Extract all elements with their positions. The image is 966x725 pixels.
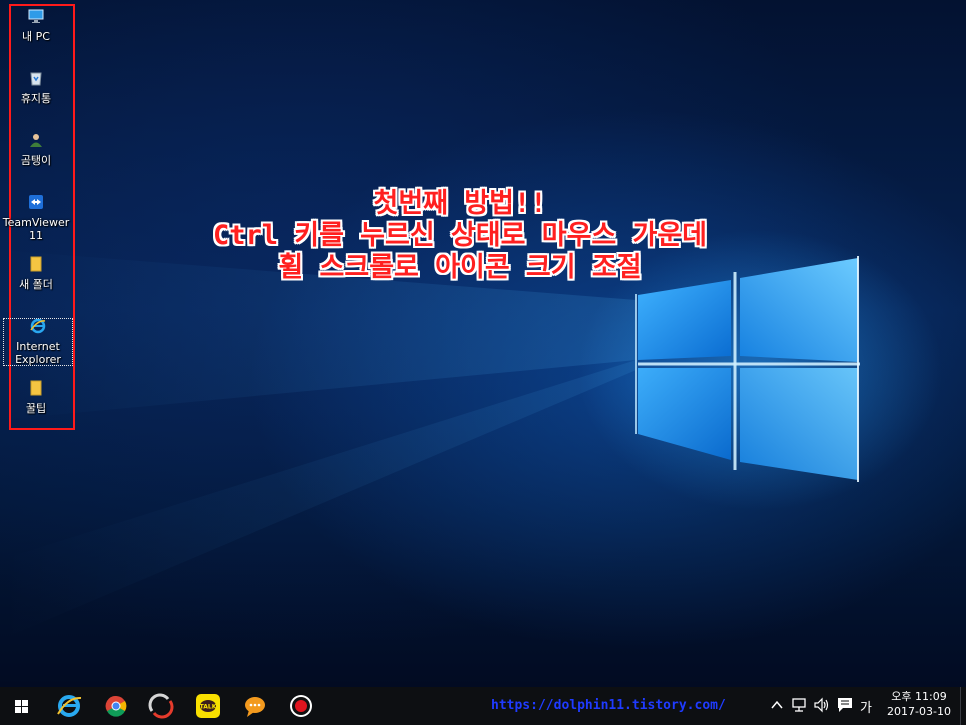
folder-icon (30, 256, 42, 272)
volume-tray-button[interactable] (813, 696, 831, 717)
show-hidden-icons-button[interactable] (770, 696, 784, 717)
speech-bubble-icon (245, 697, 265, 717)
desktop-icon-this-pc[interactable]: 내 PC (0, 8, 72, 43)
annotation-title: 첫번째 방법!! (373, 188, 547, 219)
kakaotalk-icon: TALK (196, 694, 220, 718)
network-tray-button[interactable] (791, 696, 809, 717)
desktop-icon-recycle-bin[interactable]: 휴지통 (0, 70, 72, 105)
taskbar-chrome[interactable] (101, 691, 131, 721)
taskbar-swirl-app[interactable] (146, 691, 176, 721)
start-button[interactable] (6, 691, 36, 721)
desktop-icon-label: TeamViewer 11 (2, 216, 70, 242)
taskbar-internet-explorer[interactable] (54, 691, 84, 721)
this-pc-icon (28, 9, 44, 23)
internet-explorer-icon (57, 695, 82, 717)
folder-icon (30, 380, 42, 396)
desktop-icon-tips-folder[interactable]: 꿀팁 (0, 380, 72, 415)
taskbar-kakaotalk[interactable]: TALK (193, 691, 223, 721)
user-folder-icon (30, 134, 42, 147)
speaker-icon (814, 697, 829, 713)
desktop-icon-internet-explorer[interactable]: Internet Explorer (3, 318, 73, 366)
desktop-icon-teamviewer[interactable]: TeamViewer 11 (0, 194, 72, 242)
notification-icon (838, 698, 852, 712)
record-icon (290, 695, 312, 717)
show-desktop-button[interactable] (960, 687, 966, 725)
teamviewer-icon (29, 195, 43, 209)
desktop-icon-label: Internet Explorer (15, 340, 61, 366)
taskbar-recorder[interactable] (286, 691, 316, 721)
network-icon (792, 698, 806, 712)
windows-logo-icon (15, 700, 28, 713)
recycle-bin-icon (30, 72, 42, 86)
blog-url: https://dolphin11.tistory.com/ (491, 698, 726, 713)
taskbar-chat-app[interactable] (240, 691, 270, 721)
kakaotalk-label: TALK (200, 704, 217, 711)
desktop-icon-label: 꿀팁 (25, 402, 47, 415)
action-center-button[interactable] (836, 696, 854, 717)
desktop-icon-label: 휴지통 (20, 92, 52, 105)
clock-date: 2017-03-10 (887, 705, 951, 718)
clock-time: 오후 11:09 (891, 690, 947, 703)
taskbar: TALK https://dolphin11.tistory.com/ 가 오후… (0, 687, 966, 725)
desktop-icon-user-folder[interactable]: 곰탱이 (0, 132, 72, 167)
annotation-line: 휠 스크롤로 아이콘 크기 조절 (278, 252, 642, 283)
internet-explorer-icon (30, 318, 46, 334)
swirl-app-icon (148, 693, 174, 719)
desktop-icon-new-folder[interactable]: 새 폴더 (0, 256, 72, 291)
chrome-icon (105, 695, 127, 717)
desktop-icon-label: 새 폴더 (19, 278, 53, 291)
windows-10-wallpaper (0, 250, 860, 640)
desktop[interactable]: 내 PC 휴지통 곰탱이 TeamViewer 11 새 폴더 Internet… (0, 0, 966, 687)
desktop-icon-label: 내 PC (22, 30, 50, 43)
tutorial-annotation: 첫번째 방법!! Ctrl 키를 누르신 상태로 마우스 가운데 휠 스크롤로 … (120, 188, 800, 284)
annotation-line: Ctrl 키를 누르신 상태로 마우스 가운데 (212, 220, 708, 251)
taskbar-clock[interactable]: 오후 11:09 2017-03-10 (884, 689, 954, 719)
ime-indicator[interactable]: 가 (860, 697, 872, 716)
desktop-icon-label: 곰탱이 (20, 154, 52, 167)
chevron-up-icon (771, 700, 783, 709)
